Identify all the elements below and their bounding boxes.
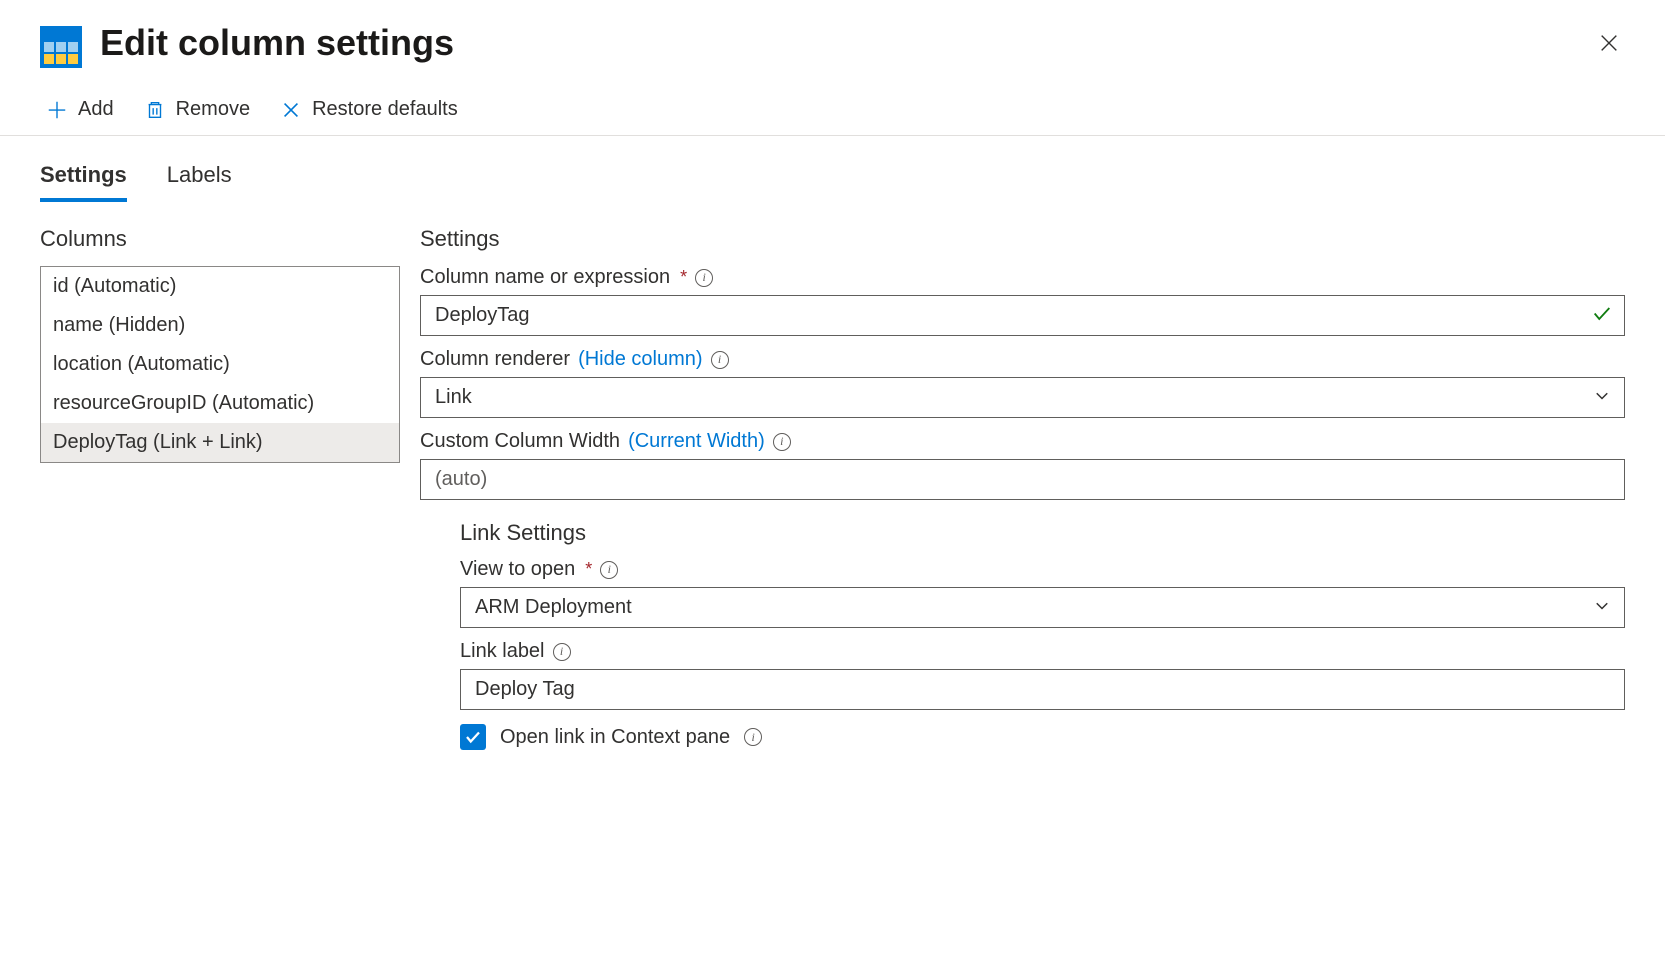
add-label: Add — [78, 98, 114, 121]
renderer-select[interactable]: Link — [420, 377, 1625, 418]
link-settings-heading: Link Settings — [460, 520, 1625, 546]
column-item-deploytag[interactable]: DeployTag (Link + Link) — [41, 423, 399, 462]
link-settings-section: Link Settings View to open * i ARM Deplo… — [420, 512, 1625, 750]
settings-heading: Settings — [420, 226, 1625, 252]
toolbar: Add Remove Restore defaults — [0, 78, 1665, 136]
hide-column-link[interactable]: (Hide column) — [578, 348, 702, 371]
tab-settings[interactable]: Settings — [40, 162, 127, 202]
column-name-label: Column name or expression — [420, 266, 670, 289]
plus-icon — [46, 99, 68, 121]
link-label-group: Link label i — [460, 640, 1625, 710]
remove-button[interactable]: Remove — [144, 98, 250, 121]
tabs: Settings Labels — [0, 136, 1665, 202]
info-icon[interactable]: i — [553, 643, 571, 661]
remove-label: Remove — [176, 98, 250, 121]
current-width-link[interactable]: (Current Width) — [628, 430, 765, 453]
link-label-label: Link label — [460, 640, 545, 663]
trash-icon — [144, 99, 166, 121]
open-context-row: Open link in Context pane i — [460, 724, 1625, 750]
close-icon — [1598, 32, 1620, 54]
view-label: View to open — [460, 558, 575, 581]
checkmark-icon — [1591, 302, 1613, 329]
width-group: Custom Column Width (Current Width) i — [420, 430, 1625, 500]
tab-labels[interactable]: Labels — [167, 162, 232, 202]
width-input[interactable] — [420, 459, 1625, 500]
column-name-input[interactable] — [420, 295, 1625, 336]
columns-heading: Columns — [40, 226, 400, 252]
panel-header: Edit column settings — [0, 0, 1665, 78]
open-context-checkbox[interactable] — [460, 724, 486, 750]
columns-panel: Columns id (Automatic) name (Hidden) loc… — [40, 226, 400, 750]
required-asterisk: * — [680, 267, 687, 288]
view-group: View to open * i ARM Deployment — [460, 558, 1625, 628]
info-icon[interactable]: i — [600, 561, 618, 579]
renderer-label: Column renderer — [420, 348, 570, 371]
check-icon — [464, 728, 482, 746]
info-icon[interactable]: i — [744, 728, 762, 746]
add-button[interactable]: Add — [46, 98, 114, 121]
width-label: Custom Column Width — [420, 430, 620, 453]
page-title: Edit column settings — [100, 22, 454, 64]
close-button[interactable] — [1593, 27, 1625, 59]
column-item-location[interactable]: location (Automatic) — [41, 345, 399, 384]
open-context-label: Open link in Context pane — [500, 726, 730, 749]
x-icon — [280, 99, 302, 121]
column-item-resourcegroupid[interactable]: resourceGroupID (Automatic) — [41, 384, 399, 423]
required-asterisk: * — [585, 559, 592, 580]
restore-defaults-button[interactable]: Restore defaults — [280, 98, 458, 121]
settings-panel: Settings Column name or expression * i C… — [420, 226, 1625, 750]
content: Columns id (Automatic) name (Hidden) loc… — [0, 202, 1665, 790]
grid-table-icon — [40, 26, 82, 68]
column-item-id[interactable]: id (Automatic) — [41, 267, 399, 306]
column-name-group: Column name or expression * i — [420, 266, 1625, 336]
column-item-name[interactable]: name (Hidden) — [41, 306, 399, 345]
columns-list: id (Automatic) name (Hidden) location (A… — [40, 266, 400, 463]
renderer-group: Column renderer (Hide column) i Link — [420, 348, 1625, 418]
view-select[interactable]: ARM Deployment — [460, 587, 1625, 628]
info-icon[interactable]: i — [773, 433, 791, 451]
info-icon[interactable]: i — [695, 269, 713, 287]
link-label-input[interactable] — [460, 669, 1625, 710]
restore-label: Restore defaults — [312, 98, 458, 121]
header-left: Edit column settings — [40, 18, 454, 68]
info-icon[interactable]: i — [711, 351, 729, 369]
